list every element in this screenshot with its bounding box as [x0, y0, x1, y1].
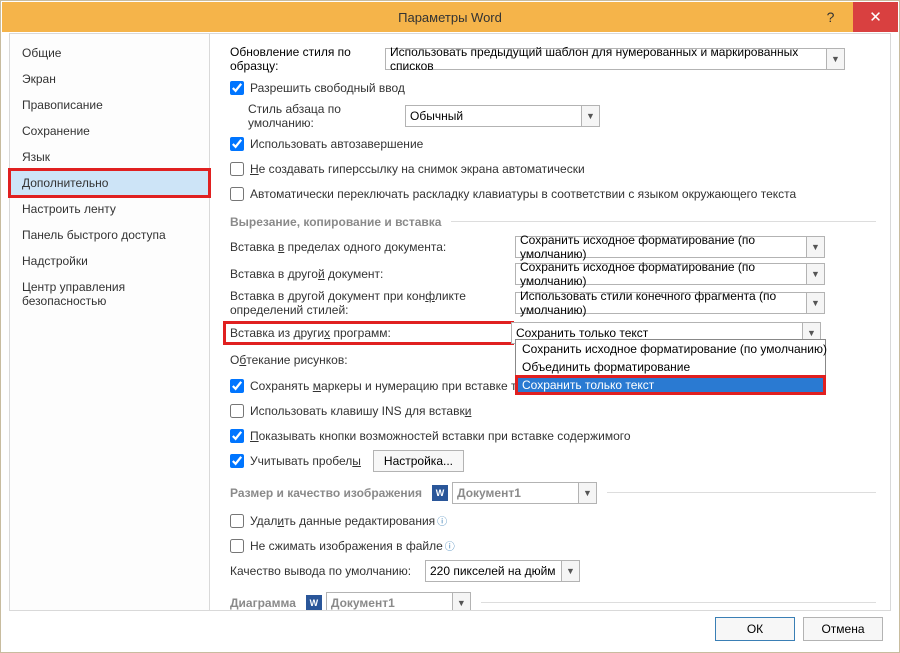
sidebar-item-label: Правописание: [22, 98, 103, 112]
allow-free-input-checkbox[interactable]: [230, 81, 244, 95]
show-paste-buttons-label: Показывать кнопки возможностей вставки п…: [250, 429, 631, 443]
chevron-down-icon: ▼: [806, 237, 824, 257]
window-title: Параметры Word: [398, 10, 502, 25]
allow-free-input-label: Разрешить свободный ввод: [250, 81, 405, 95]
paste-other-doc-label: Вставка в другой документ:: [230, 267, 515, 281]
dropdown-item-selected[interactable]: Сохранить только текст: [516, 376, 825, 394]
paste-other-doc-select[interactable]: Сохранить исходное форматирование (по ум…: [515, 263, 825, 285]
button-label: Отмена: [821, 622, 864, 636]
sidebar-item-label: Панель быстрого доступа: [22, 228, 166, 242]
paste-other-programs-dropdown[interactable]: Сохранить исходное форматирование (по ум…: [515, 339, 826, 395]
paste-within-label: Вставка в пределах одного документа:: [230, 240, 515, 254]
cancel-button[interactable]: Отмена: [803, 617, 883, 641]
sidebar-item-general[interactable]: Общие: [10, 40, 209, 66]
chevron-down-icon: ▼: [806, 293, 824, 313]
update-style-select[interactable]: Использовать предыдущий шаблон для нумер…: [385, 48, 845, 70]
smart-paste-label: Учитывать пробелы: [250, 454, 361, 468]
info-icon[interactable]: ⓘ: [445, 538, 455, 553]
autocomplete-checkbox[interactable]: [230, 137, 244, 151]
content-panel: Обновление стиля по образцу: Использоват…: [210, 34, 890, 610]
section-chart: Диаграмма W Документ1 ▼: [230, 592, 876, 610]
use-ins-label: Использовать клавишу INS для вставки: [250, 404, 471, 418]
dialog-footer: ОК Отмена: [1, 611, 899, 647]
word-doc-icon: W: [432, 485, 448, 501]
sidebar-item-label: Язык: [22, 150, 50, 164]
sidebar-item-label: Надстройки: [22, 254, 88, 268]
select-value: 220 пикселей на дюйм: [430, 564, 556, 578]
dropdown-item[interactable]: Сохранить исходное форматирование (по ум…: [516, 340, 825, 358]
button-label: Настройка...: [384, 454, 453, 468]
chevron-down-icon: ▼: [561, 561, 579, 581]
select-value: Сохранить исходное форматирование (по ум…: [520, 233, 820, 261]
sidebar-item-customize-ribbon[interactable]: Настроить ленту: [10, 196, 209, 222]
sidebar-item-label: Дополнительно: [22, 176, 108, 190]
chevron-down-icon: ▼: [806, 264, 824, 284]
sidebar-item-advanced[interactable]: Дополнительно: [10, 170, 209, 196]
no-hyperlink-checkbox[interactable]: [230, 162, 244, 176]
smart-paste-settings-button[interactable]: Настройка...: [373, 450, 464, 472]
sidebar-item-label: Настроить ленту: [22, 202, 116, 216]
sidebar-item-proofing[interactable]: Правописание: [10, 92, 209, 118]
smart-paste-checkbox[interactable]: [230, 454, 244, 468]
chevron-down-icon: ▼: [581, 106, 599, 126]
paste-other-programs-label: Вставка из других программ:: [226, 324, 511, 342]
default-style-select[interactable]: Обычный ▼: [405, 105, 600, 127]
sidebar-item-display[interactable]: Экран: [10, 66, 209, 92]
autocomplete-label: Использовать автозавершение: [250, 137, 423, 151]
discard-edit-data-label: Удалить данные редактирования: [250, 514, 435, 528]
select-value: Обычный: [410, 109, 463, 123]
dropdown-item[interactable]: Объединить форматирование: [516, 358, 825, 376]
select-value: Использовать предыдущий шаблон для нумер…: [390, 45, 840, 73]
sidebar-item-label: Центр управления безопасностью: [22, 280, 125, 308]
help-icon[interactable]: ?: [808, 2, 853, 32]
wrap-pictures-label: Обтекание рисунков:: [230, 353, 515, 367]
chevron-down-icon: ▼: [826, 49, 844, 69]
discard-edit-data-checkbox[interactable]: [230, 514, 244, 528]
section-cut-copy-paste: Вырезание, копирование и вставка: [230, 215, 876, 229]
auto-kb-layout-label: Автоматически переключать раскладку клав…: [250, 187, 796, 201]
update-style-label: Обновление стиля по образцу:: [230, 45, 385, 74]
auto-kb-layout-checkbox[interactable]: [230, 187, 244, 201]
titlebar: Параметры Word ? ✕: [2, 2, 898, 32]
sidebar-item-addins[interactable]: Надстройки: [10, 248, 209, 274]
sidebar: Общие Экран Правописание Сохранение Язык…: [10, 34, 210, 610]
select-value: Использовать стили конечного фрагмента (…: [520, 289, 820, 317]
default-resolution-select[interactable]: 220 пикселей на дюйм ▼: [425, 560, 580, 582]
sidebar-item-language[interactable]: Язык: [10, 144, 209, 170]
select-value: Сохранить исходное форматирование (по ум…: [520, 260, 820, 288]
word-doc-icon: W: [306, 595, 322, 610]
sidebar-item-label: Общие: [22, 46, 61, 60]
use-ins-checkbox[interactable]: [230, 404, 244, 418]
chart-scope-select[interactable]: Документ1 ▼: [326, 592, 471, 610]
section-image-size: Размер и качество изображения W Документ…: [230, 482, 876, 504]
select-value: Документ1: [331, 596, 395, 610]
sidebar-item-trust-center[interactable]: Центр управления безопасностью: [10, 274, 209, 314]
sidebar-item-label: Сохранение: [22, 124, 90, 138]
no-compress-label: Не сжимать изображения в файле: [250, 539, 443, 553]
sidebar-item-quick-access[interactable]: Панель быстрого доступа: [10, 222, 209, 248]
paste-conflict-select[interactable]: Использовать стили конечного фрагмента (…: [515, 292, 825, 314]
paste-conflict-label: Вставка в другой документ при конфликте …: [230, 289, 515, 318]
select-value: Документ1: [457, 486, 521, 500]
select-value: Сохранить только текст: [516, 326, 648, 340]
button-label: ОК: [747, 622, 763, 636]
sidebar-item-save[interactable]: Сохранение: [10, 118, 209, 144]
close-icon[interactable]: ✕: [853, 2, 898, 32]
keep-bullets-checkbox[interactable]: [230, 379, 244, 393]
image-scope-select[interactable]: Документ1 ▼: [452, 482, 597, 504]
default-style-label: Стиль абзаца по умолчанию:: [248, 102, 405, 130]
chevron-down-icon: ▼: [452, 593, 470, 610]
no-compress-checkbox[interactable]: [230, 539, 244, 553]
chevron-down-icon: ▼: [578, 483, 596, 503]
ok-button[interactable]: ОК: [715, 617, 795, 641]
paste-within-select[interactable]: Сохранить исходное форматирование (по ум…: [515, 236, 825, 258]
show-paste-buttons-checkbox[interactable]: [230, 429, 244, 443]
default-resolution-label: Качество вывода по умолчанию:: [230, 564, 425, 578]
sidebar-item-label: Экран: [22, 72, 56, 86]
no-hyperlink-label: Не создавать гиперссылку на снимок экран…: [250, 162, 585, 176]
info-icon[interactable]: ⓘ: [437, 513, 447, 528]
